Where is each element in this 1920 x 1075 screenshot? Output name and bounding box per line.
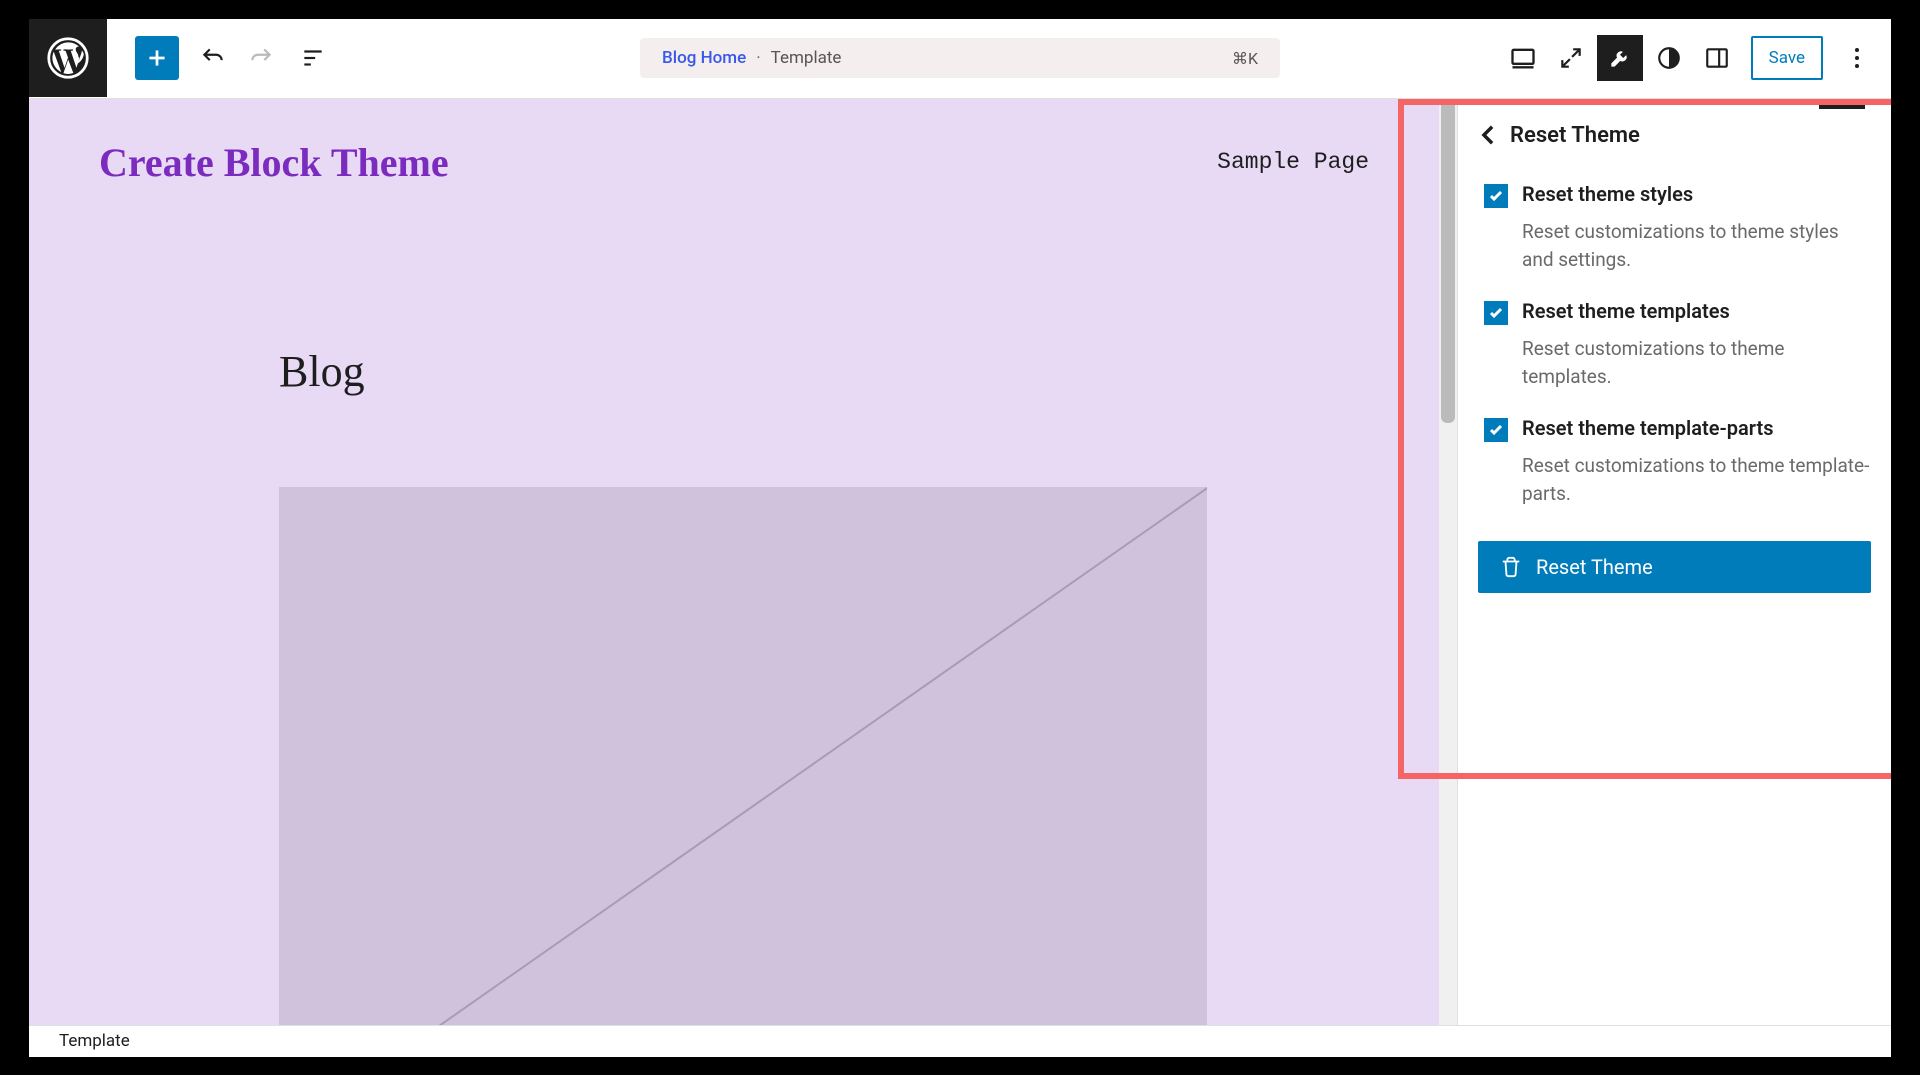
settings-sidebar-button[interactable] [1695,36,1739,80]
kebab-icon [1854,47,1860,69]
expand-icon [1558,45,1584,71]
settings-panel: Reset Theme Reset theme styles Reset cus… [1457,99,1891,1025]
option-label: Reset theme styles [1522,182,1693,206]
canvas-scrollbar[interactable] [1439,99,1457,1025]
panel-back-button[interactable] [1478,125,1498,145]
status-bar: Template [29,1025,1891,1057]
wordpress-logo[interactable] [29,19,107,97]
option-description: Reset customizations to theme styles and… [1522,218,1871,275]
check-icon [1488,188,1504,204]
options-button[interactable] [1835,36,1879,80]
trash-icon [1500,556,1522,578]
option-label: Reset theme template-parts [1522,416,1773,440]
undo-icon [200,45,226,71]
page-heading[interactable]: Blog [279,346,1439,397]
wrench-icon [1607,45,1633,71]
add-block-button[interactable] [135,36,179,80]
title-separator: · [756,48,760,68]
list-view-icon [300,45,326,71]
site-header-block[interactable]: Create Block Theme Sample Page [29,99,1439,226]
chevron-left-icon [1481,124,1495,146]
panel-tab-indicator [1819,99,1865,109]
check-icon [1488,305,1504,321]
check-icon [1488,422,1504,438]
save-button[interactable]: Save [1751,36,1823,80]
editor-canvas[interactable]: Create Block Theme Sample Page Blog [29,99,1439,1025]
reset-theme-button[interactable]: Reset Theme [1478,541,1871,593]
checkbox-reset-template-parts[interactable] [1484,418,1508,442]
option-label: Reset theme templates [1522,299,1730,323]
option-description: Reset customizations to theme templates. [1522,335,1871,392]
fullscreen-button[interactable] [1549,36,1593,80]
image-placeholder-block[interactable] [279,487,1207,1025]
site-title[interactable]: Create Block Theme [99,139,449,186]
option-reset-template-parts: Reset theme template-parts Reset customi… [1458,402,1891,519]
view-desktop-button[interactable] [1501,36,1545,80]
command-shortcut: ⌘K [1232,49,1258,68]
checkbox-reset-templates[interactable] [1484,301,1508,325]
wordpress-icon [46,36,90,80]
document-type: Template [771,48,842,68]
sidebar-icon [1704,45,1730,71]
reset-button-label: Reset Theme [1536,555,1653,579]
redo-icon [248,45,274,71]
editor-toolbar: Blog Home · Template ⌘K [29,19,1891,99]
tools-button[interactable] [1597,35,1643,81]
document-overview-button[interactable] [291,36,335,80]
half-circle-icon [1656,45,1682,71]
option-reset-templates: Reset theme templates Reset customizatio… [1458,285,1891,402]
option-reset-styles: Reset theme styles Reset customizations … [1458,168,1891,285]
nav-link-sample-page[interactable]: Sample Page [1217,149,1369,175]
option-description: Reset customizations to theme template-p… [1522,452,1871,509]
redo-button[interactable] [239,36,283,80]
checkbox-reset-styles[interactable] [1484,184,1508,208]
undo-button[interactable] [191,36,235,80]
plus-icon [144,45,170,71]
panel-title: Reset Theme [1510,123,1640,148]
desktop-icon [1509,44,1537,72]
document-title-link[interactable]: Blog Home [662,48,746,68]
document-title-bar[interactable]: Blog Home · Template ⌘K [640,38,1280,78]
styles-button[interactable] [1647,36,1691,80]
breadcrumb-template[interactable]: Template [59,1031,130,1051]
